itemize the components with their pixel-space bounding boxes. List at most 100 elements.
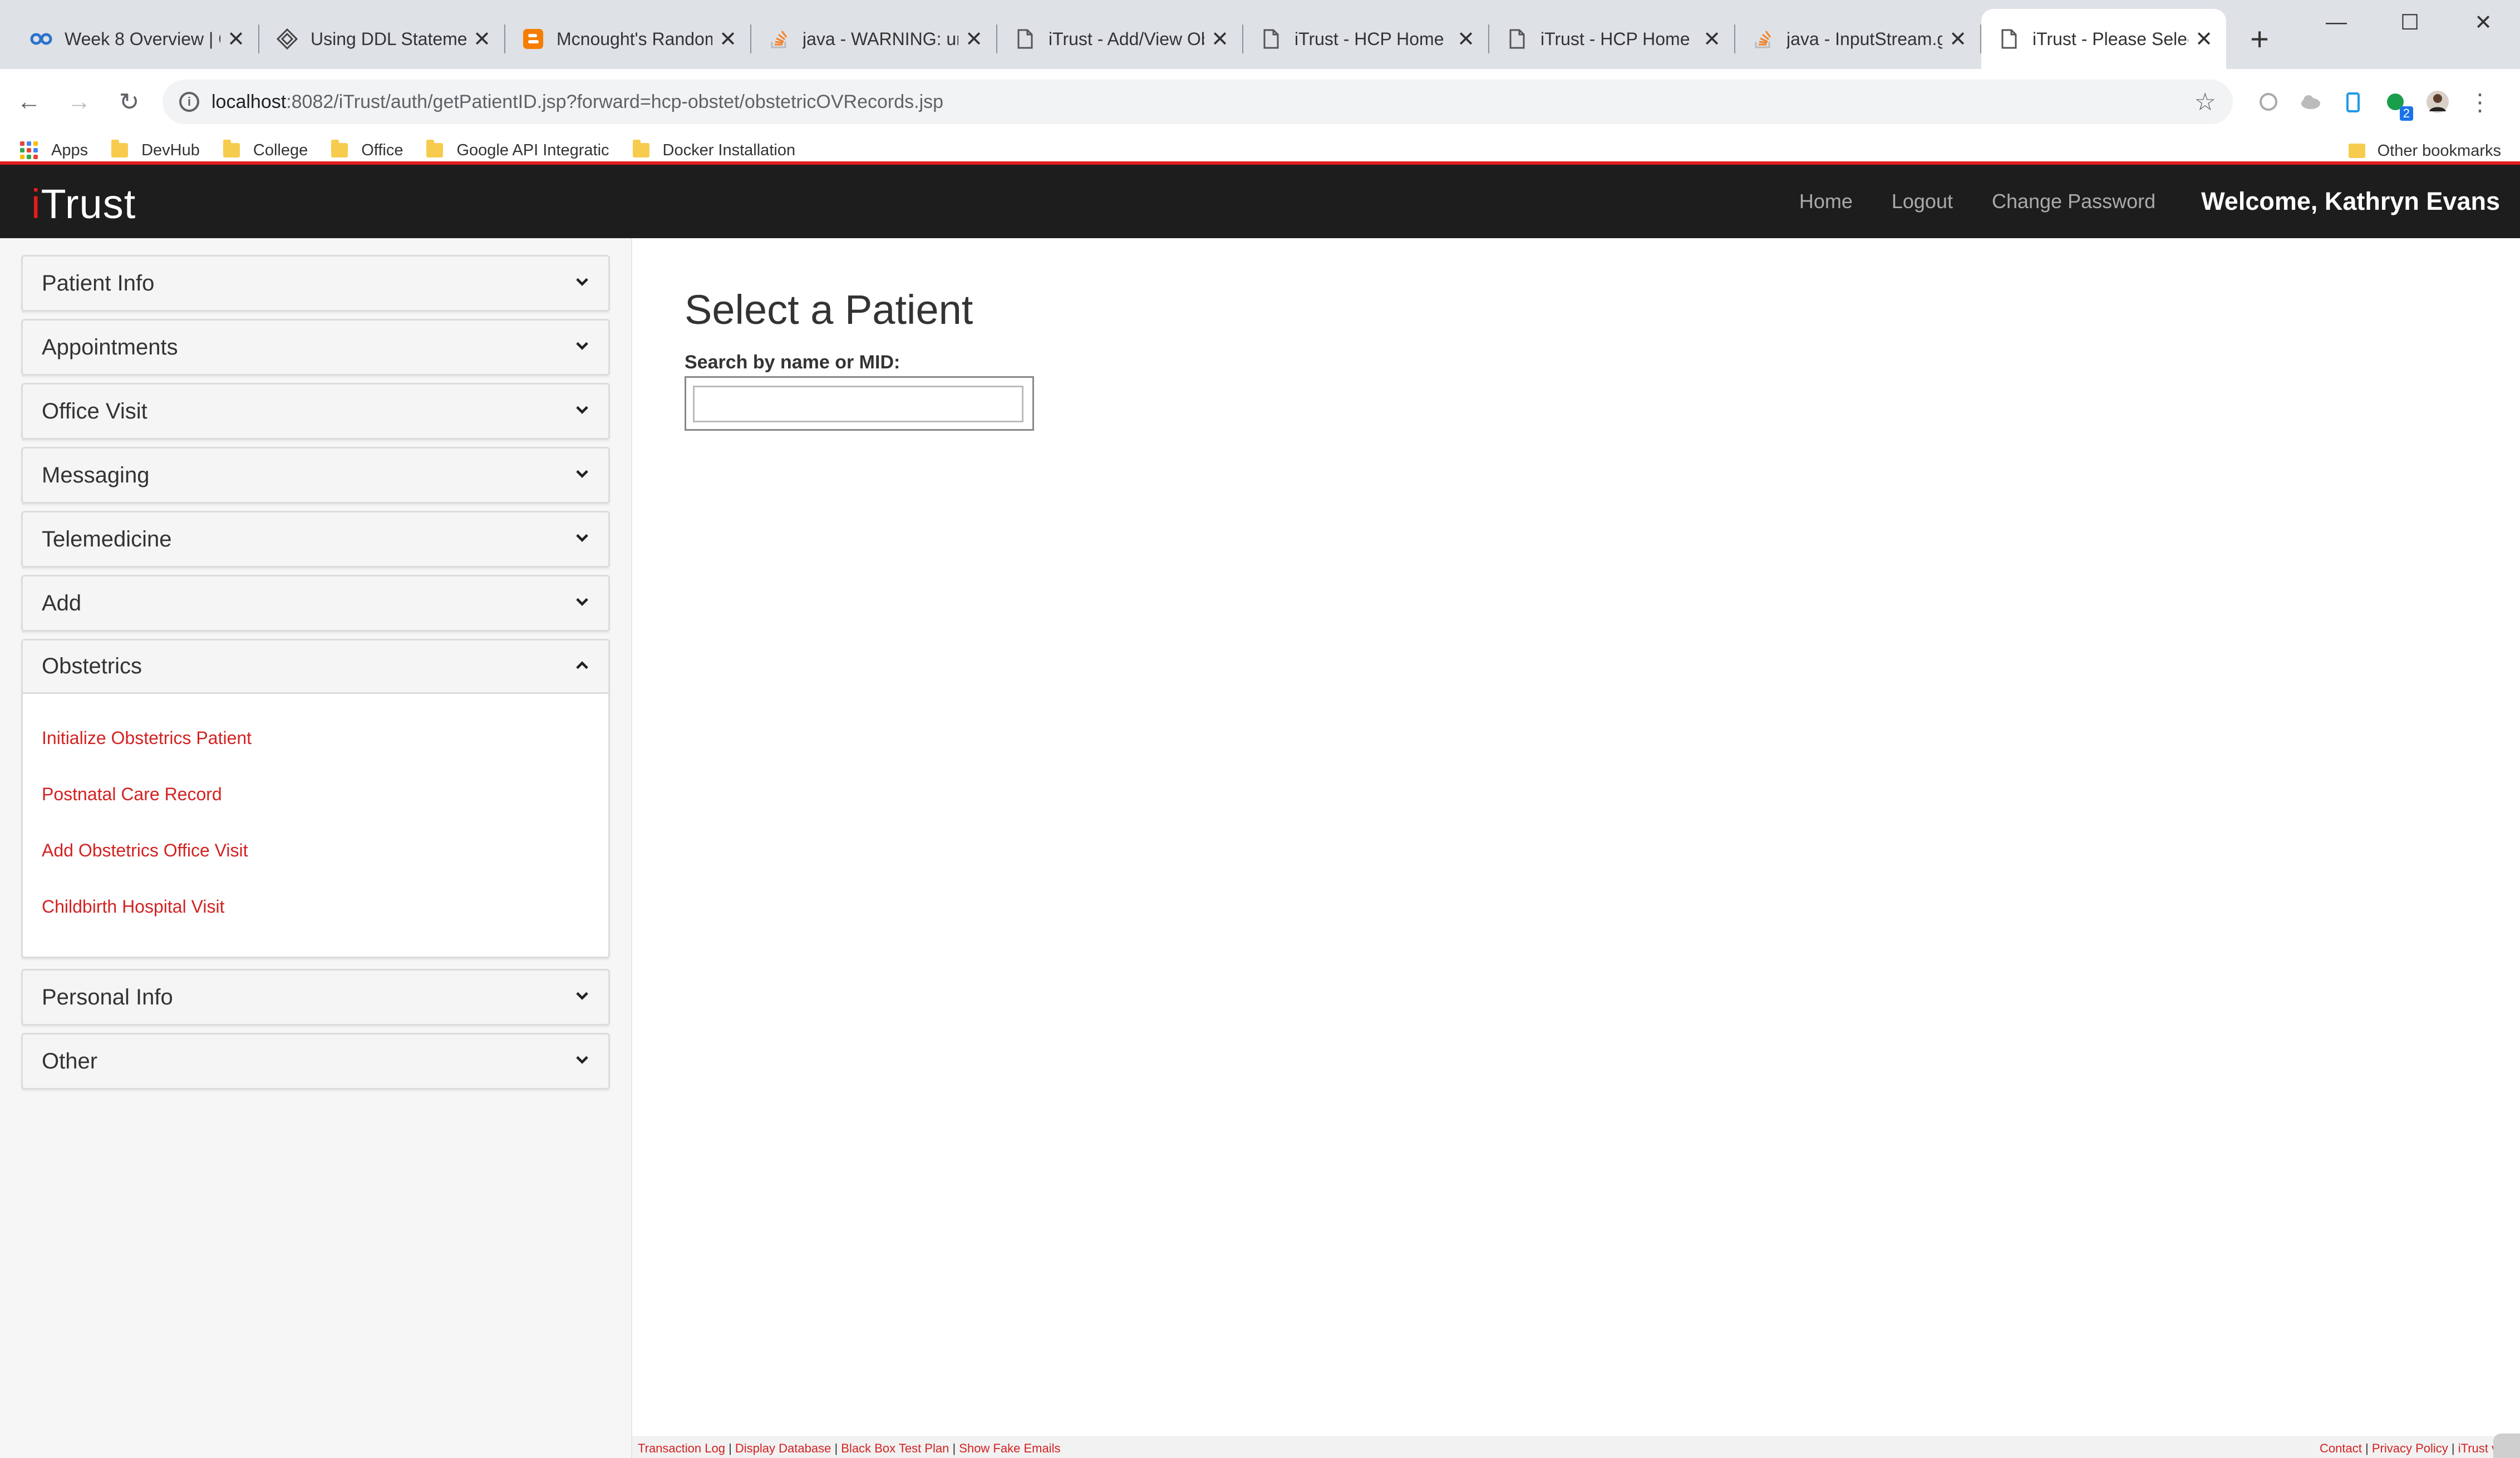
privacy-policy-link[interactable]: Privacy Policy	[2372, 1441, 2448, 1455]
url-path: :8082/iTrust/auth/getPatientID.jsp?forwa…	[286, 91, 944, 112]
initialize-obstetrics-patient-link[interactable]: Initialize Obstetrics Patient	[42, 720, 608, 776]
close-tab-icon[interactable]: ✕	[1456, 28, 1476, 51]
bookmark-label: Docker Installation	[662, 141, 796, 159]
extension-clipboard-icon[interactable]	[2337, 86, 2369, 117]
panel-label: Other	[42, 1048, 98, 1073]
address-bar[interactable]: i localhost:8082/iTrust/auth/getPatientI…	[163, 80, 2233, 124]
panel-heading[interactable]: Patient Info	[23, 257, 608, 310]
extension-cloud-icon[interactable]	[2295, 86, 2326, 117]
new-tab-button[interactable]: +	[2240, 19, 2280, 59]
transaction-log-link[interactable]: Transaction Log	[638, 1441, 725, 1455]
close-tab-icon[interactable]: ✕	[2194, 28, 2214, 51]
info-icon[interactable]: i	[179, 92, 199, 112]
menu-dots-icon[interactable]: ⋮	[2464, 86, 2496, 117]
minimize-icon[interactable]: —	[2300, 0, 2373, 45]
nav-change-password-link[interactable]: Change Password	[1992, 190, 2155, 213]
stackoverflow-icon	[1752, 28, 1774, 50]
panel-label: Messaging	[42, 462, 150, 487]
extension-circle-icon[interactable]	[2253, 86, 2284, 117]
sidebar-panel-office-visit[interactable]: Office Visit	[21, 383, 610, 440]
forward-arrow-icon[interactable]: →	[58, 81, 100, 123]
back-arrow-icon[interactable]: ←	[8, 81, 50, 123]
bookmark-apps[interactable]: Apps	[20, 141, 88, 160]
close-tab-icon[interactable]: ✕	[472, 28, 492, 51]
panel-heading[interactable]: Obstetrics	[23, 641, 608, 694]
bookmark-folder[interactable]: DevHub	[111, 140, 200, 160]
panel-label: Patient Info	[42, 270, 155, 295]
bookmark-folder[interactable]: College	[223, 140, 308, 160]
reload-icon[interactable]: ↻	[108, 81, 150, 123]
sidebar-panel-obstetrics[interactable]: Obstetrics Initialize Obstetrics Patient…	[21, 639, 610, 958]
nav-home-link[interactable]: Home	[1799, 190, 1853, 213]
logo-rest: Trust	[41, 181, 136, 227]
browser-tab[interactable]: iTrust - Add/View Obst ✕	[997, 9, 1243, 69]
browser-tab-active[interactable]: iTrust - Please Select a ✕	[1981, 9, 2226, 69]
tab-title: Mcnought's Random M	[557, 28, 712, 49]
panel-heading[interactable]: Add	[23, 577, 608, 630]
scroll-corner[interactable]	[2493, 1434, 2520, 1458]
contact-link[interactable]: Contact	[2320, 1441, 2362, 1455]
panel-heading[interactable]: Appointments	[23, 321, 608, 374]
sidebar-panel-other[interactable]: Other	[21, 1033, 610, 1090]
bookmark-folder[interactable]: Office	[331, 140, 403, 160]
profile-avatar[interactable]	[2422, 86, 2453, 117]
panel-heading[interactable]: Office Visit	[23, 385, 608, 438]
main-content: Select a Patient Search by name or MID:	[632, 238, 2520, 1458]
nav-logout-link[interactable]: Logout	[1892, 190, 1953, 213]
browser-tab[interactable]: iTrust - HCP Home ✕	[1243, 9, 1489, 69]
black-box-test-plan-link[interactable]: Black Box Test Plan	[841, 1441, 949, 1455]
show-fake-emails-link[interactable]: Show Fake Emails	[959, 1441, 1060, 1455]
bookmark-folder[interactable]: Google API Integratic	[426, 140, 609, 160]
panel-heading[interactable]: Other	[23, 1035, 608, 1088]
browser-tab[interactable]: Mcnought's Random M ✕	[505, 9, 751, 69]
sidebar-panel-telemedicine[interactable]: Telemedicine	[21, 511, 610, 568]
maximize-icon[interactable]: ☐	[2373, 0, 2447, 45]
tab-title: java - InputStream.getR	[1786, 28, 1942, 49]
display-database-link[interactable]: Display Database	[735, 1441, 831, 1455]
sidebar-panel-personal-info[interactable]: Personal Info	[21, 969, 610, 1026]
bookmark-label: Google API Integratic	[456, 141, 609, 159]
panel-heading[interactable]: Personal Info	[23, 971, 608, 1024]
chevron-down-icon	[576, 467, 588, 480]
extension-badge-icon[interactable]: 2	[2380, 86, 2413, 121]
close-window-icon[interactable]: ✕	[2447, 0, 2520, 45]
folder-icon	[223, 140, 240, 157]
logo-i: i	[31, 181, 41, 227]
folder-icon	[2348, 144, 2365, 158]
sidebar-panel-messaging[interactable]: Messaging	[21, 447, 610, 504]
browser-tab[interactable]: Using DDL Statements ✕	[259, 9, 505, 69]
sidebar-panel-add[interactable]: Add	[21, 575, 610, 632]
url-host: localhost	[211, 91, 287, 112]
sidebar-panel-appointments[interactable]: Appointments	[21, 319, 610, 376]
panel-heading[interactable]: Messaging	[23, 449, 608, 502]
close-tab-icon[interactable]: ✕	[226, 28, 246, 51]
page-icon	[1260, 28, 1282, 50]
close-tab-icon[interactable]: ✕	[1702, 28, 1722, 51]
itrust-logo[interactable]: iTrust	[31, 180, 136, 228]
folder-icon	[331, 140, 348, 157]
bookmark-label: Office	[361, 141, 403, 159]
panel-label: Personal Info	[42, 984, 173, 1009]
obstetrics-links: Initialize Obstetrics Patient Postnatal …	[23, 694, 608, 957]
bookmark-folder[interactable]: Docker Installation	[632, 140, 796, 160]
browser-tab[interactable]: iTrust - HCP Home ✕	[1489, 9, 1735, 69]
panel-heading[interactable]: Telemedicine	[23, 513, 608, 566]
apps-grid-icon	[20, 141, 38, 159]
bookmark-star-icon[interactable]: ☆	[2194, 88, 2216, 116]
patient-search-input[interactable]	[693, 386, 1023, 422]
sidebar-panel-patient-info[interactable]: Patient Info	[21, 255, 610, 312]
close-tab-icon[interactable]: ✕	[1948, 28, 1968, 51]
postnatal-care-record-link[interactable]: Postnatal Care Record	[42, 776, 608, 832]
close-tab-icon[interactable]: ✕	[964, 28, 984, 51]
browser-tab[interactable]: java - WARNING: unab ✕	[751, 9, 997, 69]
browser-tab[interactable]: Week 8 Overview | Cou ✕	[13, 9, 259, 69]
add-obstetrics-office-visit-link[interactable]: Add Obstetrics Office Visit	[42, 832, 608, 888]
childbirth-hospital-visit-link[interactable]: Childbirth Hospital Visit	[42, 888, 608, 944]
bookmark-label: College	[253, 141, 308, 159]
tab-title: iTrust - Please Select a	[2032, 28, 2188, 49]
close-tab-icon[interactable]: ✕	[1210, 28, 1230, 51]
tab-title: iTrust - HCP Home	[1295, 28, 1444, 49]
itrust-version-link[interactable]: iTrust v	[2458, 1441, 2498, 1455]
browser-tab[interactable]: java - InputStream.getR ✕	[1735, 9, 1981, 69]
close-tab-icon[interactable]: ✕	[718, 28, 738, 51]
